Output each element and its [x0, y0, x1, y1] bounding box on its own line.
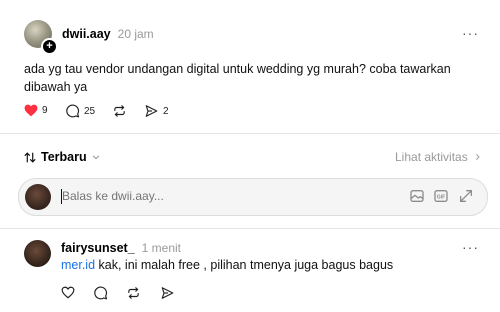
reply-input[interactable]	[62, 186, 362, 206]
comment-count: 25	[84, 105, 96, 117]
comment-icon	[94, 286, 108, 300]
section-divider	[0, 133, 500, 134]
reply-mention-link[interactable]: mer.id	[61, 258, 95, 272]
reply-author-avatar[interactable]	[24, 240, 51, 267]
sort-dropdown[interactable]: Terbaru	[23, 150, 101, 164]
reply-share-button[interactable]	[160, 286, 175, 300]
reply-more-options-icon[interactable]: ···	[462, 239, 479, 255]
heart-outline-icon	[61, 286, 75, 299]
section-divider	[0, 228, 500, 229]
svg-text:GIF: GIF	[437, 194, 445, 200]
chevron-down-icon	[91, 152, 101, 162]
reply-like-button[interactable]	[61, 286, 75, 299]
post-author-username[interactable]: dwii.aay	[62, 27, 111, 41]
current-user-avatar	[25, 184, 51, 210]
reply-body: kak, ini malah free , pilihan tmenya jug…	[95, 258, 394, 272]
heart-filled-icon	[24, 104, 38, 117]
expand-icon[interactable]	[458, 188, 474, 204]
follow-plus-icon[interactable]: +	[41, 38, 58, 55]
comment-button[interactable]: 25	[66, 104, 95, 118]
like-button[interactable]: 9	[24, 104, 48, 117]
repost-icon	[126, 286, 141, 300]
view-activity-label: Lihat aktivitas	[395, 150, 468, 164]
post-timestamp: 20 jam	[117, 27, 154, 41]
reply-author-username[interactable]: fairysunset_	[61, 241, 135, 255]
sort-arrows-icon	[23, 151, 37, 164]
reply-repost-button[interactable]	[126, 286, 141, 300]
post-more-options-icon[interactable]: ···	[462, 25, 479, 41]
reply-comment-button[interactable]	[94, 286, 108, 300]
reply-timestamp: 1 menit	[141, 241, 182, 255]
gif-icon[interactable]: GIF	[433, 188, 449, 204]
post-text: ada yg tau vendor undangan digital untuk…	[24, 62, 451, 94]
reply-text: mer.id kak, ini malah free , pilihan tme…	[61, 258, 393, 272]
sort-label: Terbaru	[41, 150, 87, 164]
share-button[interactable]: 2	[144, 104, 169, 118]
send-icon	[144, 104, 159, 118]
share-count: 2	[163, 105, 169, 117]
chevron-right-icon	[473, 152, 482, 162]
image-icon[interactable]	[409, 188, 425, 204]
comment-icon	[66, 104, 80, 118]
repost-button[interactable]	[112, 104, 127, 118]
view-activity-link[interactable]: Lihat aktivitas	[395, 150, 482, 164]
send-icon	[160, 286, 175, 300]
repost-icon	[112, 104, 127, 118]
like-count: 9	[42, 105, 48, 116]
